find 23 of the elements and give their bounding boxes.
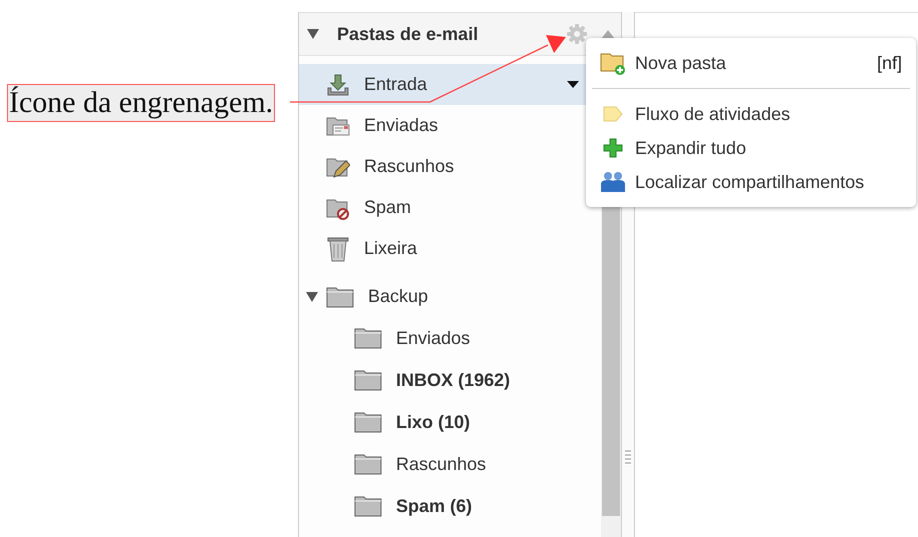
collapse-triangle-icon[interactable] — [307, 28, 319, 40]
expand-triangle-icon[interactable] — [306, 290, 318, 302]
folder-icon — [354, 411, 382, 433]
trash-icon — [326, 236, 350, 262]
folder-icon — [354, 369, 382, 391]
folder-icon — [354, 327, 382, 349]
annotation-label: Ícone da engrenagem. — [7, 84, 276, 122]
people-icon — [600, 171, 626, 193]
folder-plus-icon — [600, 51, 626, 75]
caret-icon[interactable] — [567, 81, 579, 88]
folder-item[interactable]: Backup — [299, 276, 601, 317]
folder-item[interactable]: Lixo (10) — [299, 401, 601, 443]
panel-title: Pastas de e-mail — [337, 24, 480, 44]
folder-item[interactable]: Spam (6) — [299, 485, 601, 527]
folder-icon — [354, 453, 382, 475]
folder-icon — [354, 495, 382, 517]
folder-icon — [326, 286, 354, 308]
folder-item[interactable]: INBOX (1962) — [299, 359, 601, 401]
folder-item[interactable]: Enviados — [299, 317, 601, 359]
folder-item[interactable]: Rascunhos — [299, 443, 601, 485]
folder-item[interactable]: Lixeira — [299, 228, 601, 269]
download-tray-icon — [326, 72, 350, 96]
shortcut-label: [nf] — [876, 52, 902, 74]
